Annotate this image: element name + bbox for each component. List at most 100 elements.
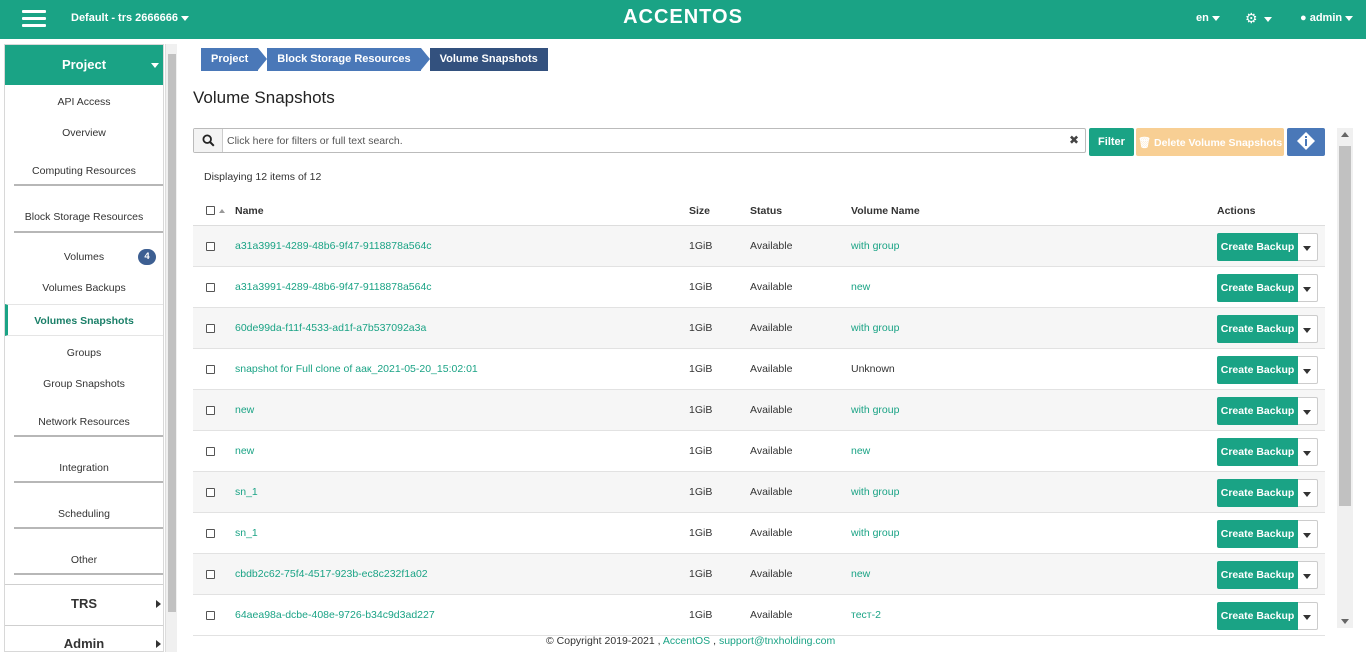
sidebar-item-network-resources[interactable]: Network Resources <box>5 416 163 428</box>
project-selector[interactable]: Default - trs 2666666 <box>71 12 189 24</box>
row-checkbox[interactable] <box>206 283 215 292</box>
create-backup-button[interactable]: Create Backup <box>1217 356 1298 384</box>
actions-dropdown-toggle[interactable] <box>1298 561 1318 589</box>
sidebar-group-admin[interactable]: Admin <box>5 636 163 651</box>
create-backup-button[interactable]: Create Backup <box>1217 233 1298 261</box>
row-checkbox[interactable] <box>206 570 215 579</box>
row-checkbox[interactable] <box>206 447 215 456</box>
sidebar-item-groups[interactable]: Groups <box>5 347 163 359</box>
row-checkbox[interactable] <box>206 488 215 497</box>
create-backup-button[interactable]: Create Backup <box>1217 274 1298 302</box>
column-header-size[interactable]: Size <box>689 196 710 226</box>
sidebar-item-api-access[interactable]: API Access <box>5 96 163 108</box>
filter-button[interactable]: Filter <box>1089 128 1134 156</box>
sidebar-item-volumes[interactable]: Volumes 4 <box>5 249 163 265</box>
snapshot-name-link[interactable]: new <box>235 445 254 457</box>
sidebar-project-header[interactable]: Project <box>5 45 163 85</box>
sidebar-item-scheduling[interactable]: Scheduling <box>5 508 163 520</box>
clear-search-icon[interactable]: ✖ <box>1069 133 1079 147</box>
column-header-volume-name[interactable]: Volume Name <box>851 196 920 226</box>
actions-dropdown-toggle[interactable] <box>1298 397 1318 425</box>
volume-name-link[interactable]: with group <box>851 240 899 252</box>
scroll-down-icon[interactable] <box>1341 619 1349 624</box>
snapshot-name-link[interactable]: snapshot for Full clone of аак_2021-05-2… <box>235 363 478 375</box>
sidebar-divider <box>14 435 163 437</box>
search-input[interactable] <box>227 132 1057 149</box>
volume-name-link[interactable]: with group <box>851 486 899 498</box>
scroll-up-icon[interactable] <box>1341 132 1349 137</box>
sidebar-item-group-snapshots[interactable]: Group Snapshots <box>5 378 163 390</box>
create-backup-button[interactable]: Create Backup <box>1217 520 1298 548</box>
sidebar-project-label: Project <box>61 57 107 72</box>
volume-name-link[interactable]: new <box>851 568 870 580</box>
scrollbar-thumb[interactable] <box>168 54 176 612</box>
volume-name-link[interactable]: with group <box>851 404 899 416</box>
info-button[interactable] <box>1287 128 1325 156</box>
snapshot-name-link[interactable]: a31a3991-4289-48b6-9f47-9118878a564c <box>235 240 432 252</box>
menu-toggle-icon[interactable] <box>22 10 46 28</box>
sidebar-divider <box>14 573 163 575</box>
row-checkbox[interactable] <box>206 529 215 538</box>
create-backup-button[interactable]: Create Backup <box>1217 561 1298 589</box>
delete-volume-snapshots-button[interactable]: 🗑 Delete Volume Snapshots <box>1136 128 1284 156</box>
content-scrollbar[interactable] <box>1337 128 1353 628</box>
chevron-down-icon <box>1303 492 1311 497</box>
scrollbar-thumb[interactable] <box>1339 146 1351 506</box>
sidebar-item-other[interactable]: Other <box>5 554 163 566</box>
breadcrumb-block-storage[interactable]: Block Storage Resources <box>267 48 430 71</box>
search-icon[interactable] <box>194 129 223 152</box>
sidebar-item-volumes-backups[interactable]: Volumes Backups <box>5 282 163 294</box>
column-header-name[interactable]: Name <box>235 196 264 226</box>
volume-name-link[interactable]: new <box>851 281 870 293</box>
sidebar-item-computing-resources[interactable]: Computing Resources <box>5 165 163 177</box>
sidebar-scrollbar[interactable] <box>165 44 177 652</box>
chevron-down-icon <box>1345 15 1354 21</box>
sidebar-item-volumes-snapshots[interactable]: Volumes Snapshots <box>5 315 163 327</box>
create-backup-button[interactable]: Create Backup <box>1217 315 1298 343</box>
sidebar-group-trs[interactable]: TRS <box>5 596 163 611</box>
actions-dropdown-toggle[interactable] <box>1298 438 1318 466</box>
actions-dropdown-toggle[interactable] <box>1298 233 1318 261</box>
snapshot-name-link[interactable]: cbdb2c62-75f4-4517-923b-ec8c232f1a02 <box>235 568 428 580</box>
row-checkbox[interactable] <box>206 242 215 251</box>
settings-menu[interactable]: ⚙ <box>1245 10 1272 27</box>
accentos-link[interactable]: AccentOS <box>663 635 710 647</box>
breadcrumb-project[interactable]: Project <box>201 48 268 71</box>
language-selector[interactable]: en <box>1196 12 1220 24</box>
column-header-status[interactable]: Status <box>750 196 782 226</box>
sidebar: Project API Access Overview Computing Re… <box>4 44 164 652</box>
sidebar-divider <box>14 231 163 233</box>
actions-dropdown-toggle[interactable] <box>1298 356 1318 384</box>
create-backup-button[interactable]: Create Backup <box>1217 397 1298 425</box>
row-checkbox[interactable] <box>206 324 215 333</box>
create-backup-button[interactable]: Create Backup <box>1217 479 1298 507</box>
snapshot-status: Available <box>750 568 793 580</box>
row-checkbox[interactable] <box>206 365 215 374</box>
create-backup-button[interactable]: Create Backup <box>1217 438 1298 466</box>
snapshot-name-link[interactable]: 64aea98a-dcbe-408e-9726-b34c9d3ad227 <box>235 609 435 621</box>
row-checkbox[interactable] <box>206 611 215 620</box>
snapshot-name-link[interactable]: sn_1 <box>235 486 258 498</box>
create-backup-button[interactable]: Create Backup <box>1217 602 1298 630</box>
volume-name-link[interactable]: with group <box>851 322 899 334</box>
actions-dropdown-toggle[interactable] <box>1298 274 1318 302</box>
sidebar-item-integration[interactable]: Integration <box>5 462 163 474</box>
actions-dropdown-toggle[interactable] <box>1298 479 1318 507</box>
user-menu[interactable]: ● admin <box>1300 12 1354 24</box>
snapshot-name-link[interactable]: a31a3991-4289-48b6-9f47-9118878a564c <box>235 281 432 293</box>
support-email-link[interactable]: support@tnxholding.com <box>719 635 835 647</box>
actions-dropdown-toggle[interactable] <box>1298 520 1318 548</box>
row-checkbox[interactable] <box>206 406 215 415</box>
sort-icon[interactable] <box>219 209 225 213</box>
snapshot-name-link[interactable]: 60de99da-f11f-4533-ad1f-a7b537092a3a <box>235 322 426 334</box>
volume-name-link[interactable]: тест-2 <box>851 609 881 621</box>
snapshot-name-link[interactable]: sn_1 <box>235 527 258 539</box>
select-all-checkbox[interactable] <box>206 206 215 215</box>
actions-dropdown-toggle[interactable] <box>1298 315 1318 343</box>
snapshot-name-link[interactable]: new <box>235 404 254 416</box>
sidebar-item-block-storage[interactable]: Block Storage Resources <box>5 211 163 223</box>
actions-dropdown-toggle[interactable] <box>1298 602 1318 630</box>
volume-name-link[interactable]: new <box>851 445 870 457</box>
volume-name-link[interactable]: with group <box>851 527 899 539</box>
sidebar-item-overview[interactable]: Overview <box>5 127 163 139</box>
